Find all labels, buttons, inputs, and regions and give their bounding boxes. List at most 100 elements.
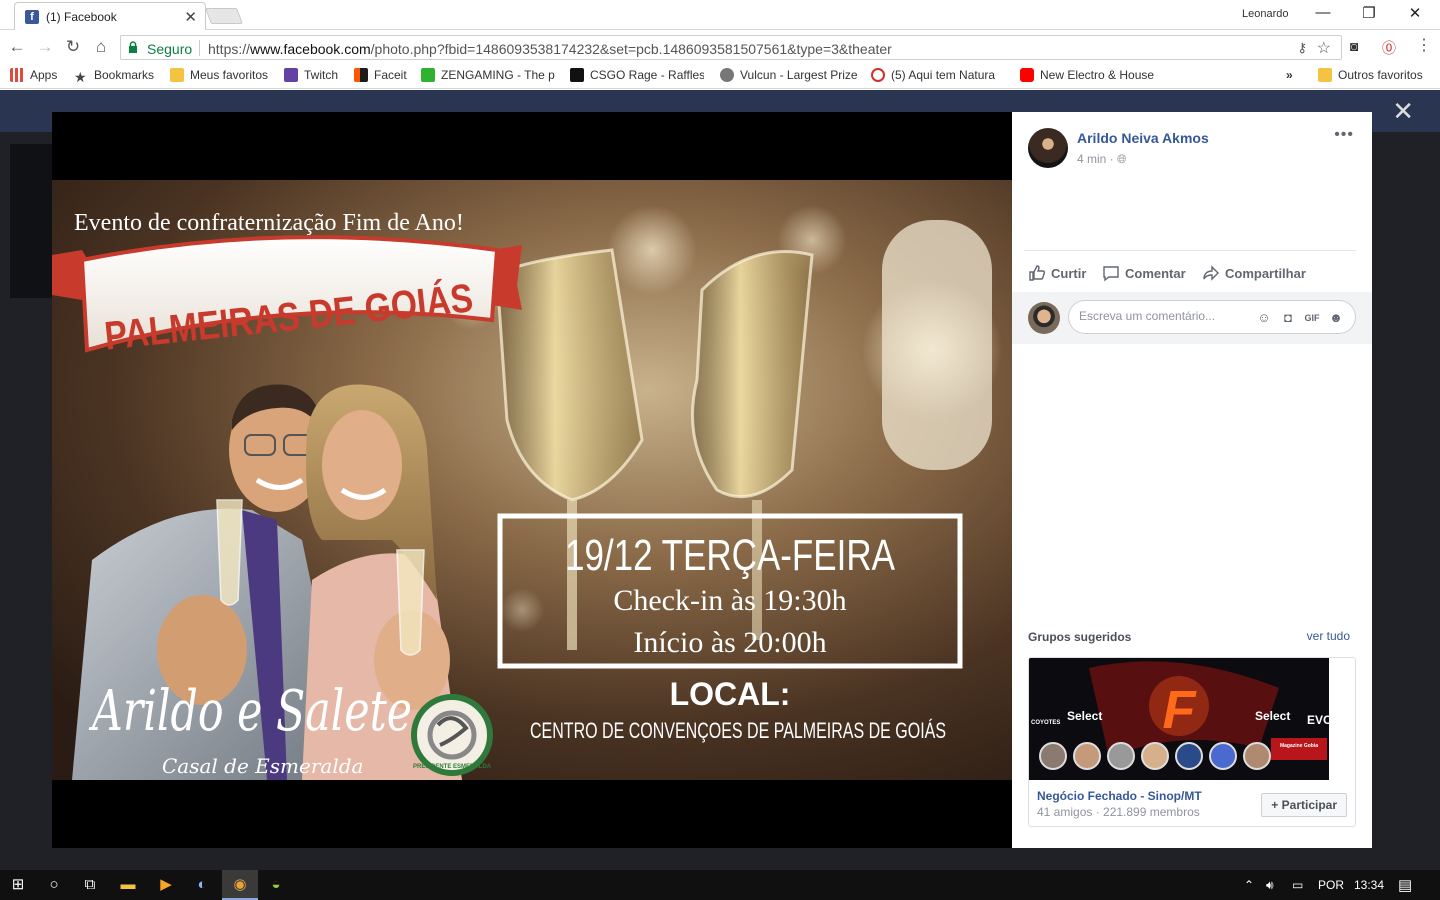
- divider: [1024, 250, 1356, 251]
- star-icon: ★: [74, 69, 87, 84]
- gif-icon[interactable]: GIF: [1303, 309, 1321, 327]
- close-window-icon[interactable]: ✕: [1392, 4, 1438, 22]
- bookmark-item-new-electro[interactable]: New Electro & House: [1020, 68, 1160, 82]
- bookmark-star-icon[interactable]: ☆: [1317, 38, 1331, 58]
- bookmark-item-apps[interactable]: Apps: [10, 68, 57, 82]
- natura-icon: [871, 68, 885, 82]
- key-icon[interactable]: ⚷: [1297, 40, 1307, 56]
- group-cover-evo-logo: EVO: [1307, 713, 1329, 727]
- like-button[interactable]: Curtir: [1028, 264, 1086, 282]
- chrome-menu-icon[interactable]: ⋮: [1416, 35, 1432, 55]
- group-cover-center-logo: F: [1163, 680, 1198, 740]
- group-stats: 41 amigos · 221.899 membros: [1037, 805, 1200, 819]
- show-hidden-icons-icon[interactable]: ⌃: [1244, 878, 1254, 892]
- share-arrow-icon: [1203, 265, 1219, 281]
- comment-button[interactable]: Comentar: [1102, 264, 1186, 282]
- new-tab-button[interactable]: [205, 8, 243, 24]
- folder-icon: [170, 68, 184, 82]
- photo-stage[interactable]: Evento de confraternização Fim de Ano! P…: [52, 112, 1012, 848]
- vulcun-icon: [720, 68, 734, 82]
- current-user-avatar: [1028, 302, 1060, 334]
- bookmark-item-zengaming[interactable]: ZENGAMING - The p: [421, 68, 557, 82]
- share-button[interactable]: Compartilhar: [1202, 264, 1306, 282]
- media-player-icon[interactable]: ▶: [148, 870, 184, 900]
- task-view-icon[interactable]: ⧉: [72, 870, 108, 900]
- bookmarks-overflow-button[interactable]: »: [1286, 68, 1293, 82]
- photo-checkin-time: Check-in às 19:30h: [613, 584, 846, 617]
- restore-window-icon[interactable]: ❐: [1346, 4, 1392, 22]
- group-cover-artwork: F Select Select EVO COYOTES Magazine Gob…: [1029, 658, 1329, 780]
- youtube-icon: [1020, 68, 1034, 82]
- extension-glasses-icon[interactable]: ◙: [1350, 38, 1358, 54]
- language-indicator[interactable]: POR: [1318, 878, 1344, 892]
- photo-event-date: 19/12 TERÇA-FEIRA: [565, 531, 896, 580]
- browser-tab-facebook[interactable]: f (1) Facebook ✕: [14, 2, 206, 30]
- bookmark-item-vulcun[interactable]: Vulcun - Largest Prize: [720, 68, 860, 82]
- comment-composer: ☺ ◘ GIF ☻: [1012, 292, 1372, 344]
- back-icon[interactable]: ←: [6, 37, 28, 57]
- home-icon[interactable]: ⌂: [90, 37, 112, 57]
- dimmed-left-column: [10, 144, 52, 298]
- file-explorer-icon[interactable]: ▬: [110, 870, 146, 900]
- teamspeak-icon[interactable]: ◒: [258, 870, 294, 900]
- close-tab-icon[interactable]: ✕: [184, 8, 197, 26]
- bookmark-item-bookmarks[interactable]: ★ Bookmarks: [74, 68, 154, 84]
- lock-icon: [129, 41, 137, 53]
- steam-icon[interactable]: ◐: [184, 870, 220, 900]
- post-details-panel: Arildo Neiva Akmos 4 min · 🌐︎ ••• Curtir…: [1012, 112, 1372, 848]
- post-time[interactable]: 4 min: [1077, 152, 1106, 166]
- browser-toolbar: ← → ↻ ⌂ Seguro https://www.facebook.com/…: [0, 31, 1440, 63]
- volume-icon[interactable]: 🔊︎: [1266, 878, 1274, 893]
- comment-input[interactable]: [1079, 309, 1249, 323]
- windows-start-icon[interactable]: ⊞: [0, 870, 36, 900]
- see-all-link[interactable]: ver tudo: [1307, 629, 1350, 643]
- author-avatar[interactable]: [1028, 128, 1068, 168]
- omnibox-separator: [199, 40, 200, 56]
- bookmark-item-meus-favoritos[interactable]: Meus favoritos: [170, 68, 268, 82]
- network-icon[interactable]: ▭: [1292, 878, 1303, 892]
- chrome-taskbar-icon[interactable]: ◉: [222, 870, 258, 900]
- group-cover-coyotes-logo: COYOTES: [1031, 720, 1060, 726]
- folder-icon: [1318, 68, 1332, 82]
- globe-icon: 🌐︎: [1117, 152, 1127, 166]
- suggested-group-card[interactable]: F Select Select EVO COYOTES Magazine Gob…: [1028, 657, 1356, 827]
- camera-icon[interactable]: ◘: [1279, 309, 1297, 327]
- extension-opera-icon[interactable]: ⓪: [1382, 38, 1396, 58]
- group-name[interactable]: Negócio Fechado - Sinop/MT: [1037, 789, 1202, 803]
- event-photo[interactable]: Evento de confraternização Fim de Ano! P…: [52, 180, 1012, 780]
- zengaming-icon: [421, 68, 435, 82]
- action-center-icon[interactable]: ▤: [1398, 876, 1412, 894]
- bookmark-item-outros-favoritos[interactable]: Outros favoritos: [1318, 68, 1423, 82]
- clock[interactable]: 13:34: [1354, 878, 1384, 892]
- bookmark-item-csgo-rage[interactable]: CSGO Rage - Raffles: [570, 68, 704, 82]
- post-author-name[interactable]: Arildo Neiva Akmos: [1077, 130, 1209, 146]
- comment-bubble-icon: [1103, 266, 1119, 282]
- profile-name[interactable]: Leonardo: [1242, 8, 1289, 20]
- close-theater-icon[interactable]: ✕: [1392, 98, 1414, 124]
- photo-venue: CENTRO DE CONVENÇOES DE PALMEIRAS DE GOI…: [530, 718, 946, 743]
- join-group-button[interactable]: + Participar: [1261, 793, 1347, 817]
- photo-local-label: LOCAL:: [670, 676, 791, 712]
- secure-label: Seguro: [147, 41, 193, 57]
- bookmark-item-twitch[interactable]: Twitch: [284, 68, 338, 82]
- bookmark-item-faceit[interactable]: Faceit: [354, 68, 407, 82]
- group-cover-left-logo: Select: [1067, 709, 1102, 723]
- cortana-search-icon[interactable]: ○: [36, 870, 72, 900]
- forward-icon[interactable]: →: [34, 37, 56, 57]
- csgo-rage-icon: [570, 68, 584, 82]
- post-meta: 4 min · 🌐︎: [1077, 152, 1127, 166]
- reload-icon[interactable]: ↻: [62, 37, 84, 57]
- post-options-button[interactable]: •••: [1334, 126, 1354, 144]
- address-bar[interactable]: Seguro https://www.facebook.com/photo.ph…: [120, 35, 1342, 60]
- comment-box[interactable]: ☺ ◘ GIF ☻: [1068, 300, 1356, 334]
- group-cover-image[interactable]: F Select Select EVO COYOTES Magazine Gob…: [1029, 658, 1329, 780]
- minimize-window-icon[interactable]: —: [1300, 4, 1346, 21]
- sticker-icon[interactable]: ☻: [1327, 309, 1345, 327]
- emoji-icon[interactable]: ☺: [1255, 309, 1273, 327]
- suggested-groups-title: Grupos sugeridos: [1028, 630, 1132, 644]
- bookmark-item-natura[interactable]: (5) Aqui tem Natura: [871, 68, 1007, 82]
- url-text[interactable]: https://www.facebook.com/photo.php?fbid=…: [208, 41, 892, 57]
- plus-icon: +: [1271, 798, 1282, 812]
- photo-headline: Evento de confraternização Fim de Ano!: [74, 210, 464, 236]
- photo-seal-text: PRESIDENTE ESMERALDA: [413, 764, 492, 770]
